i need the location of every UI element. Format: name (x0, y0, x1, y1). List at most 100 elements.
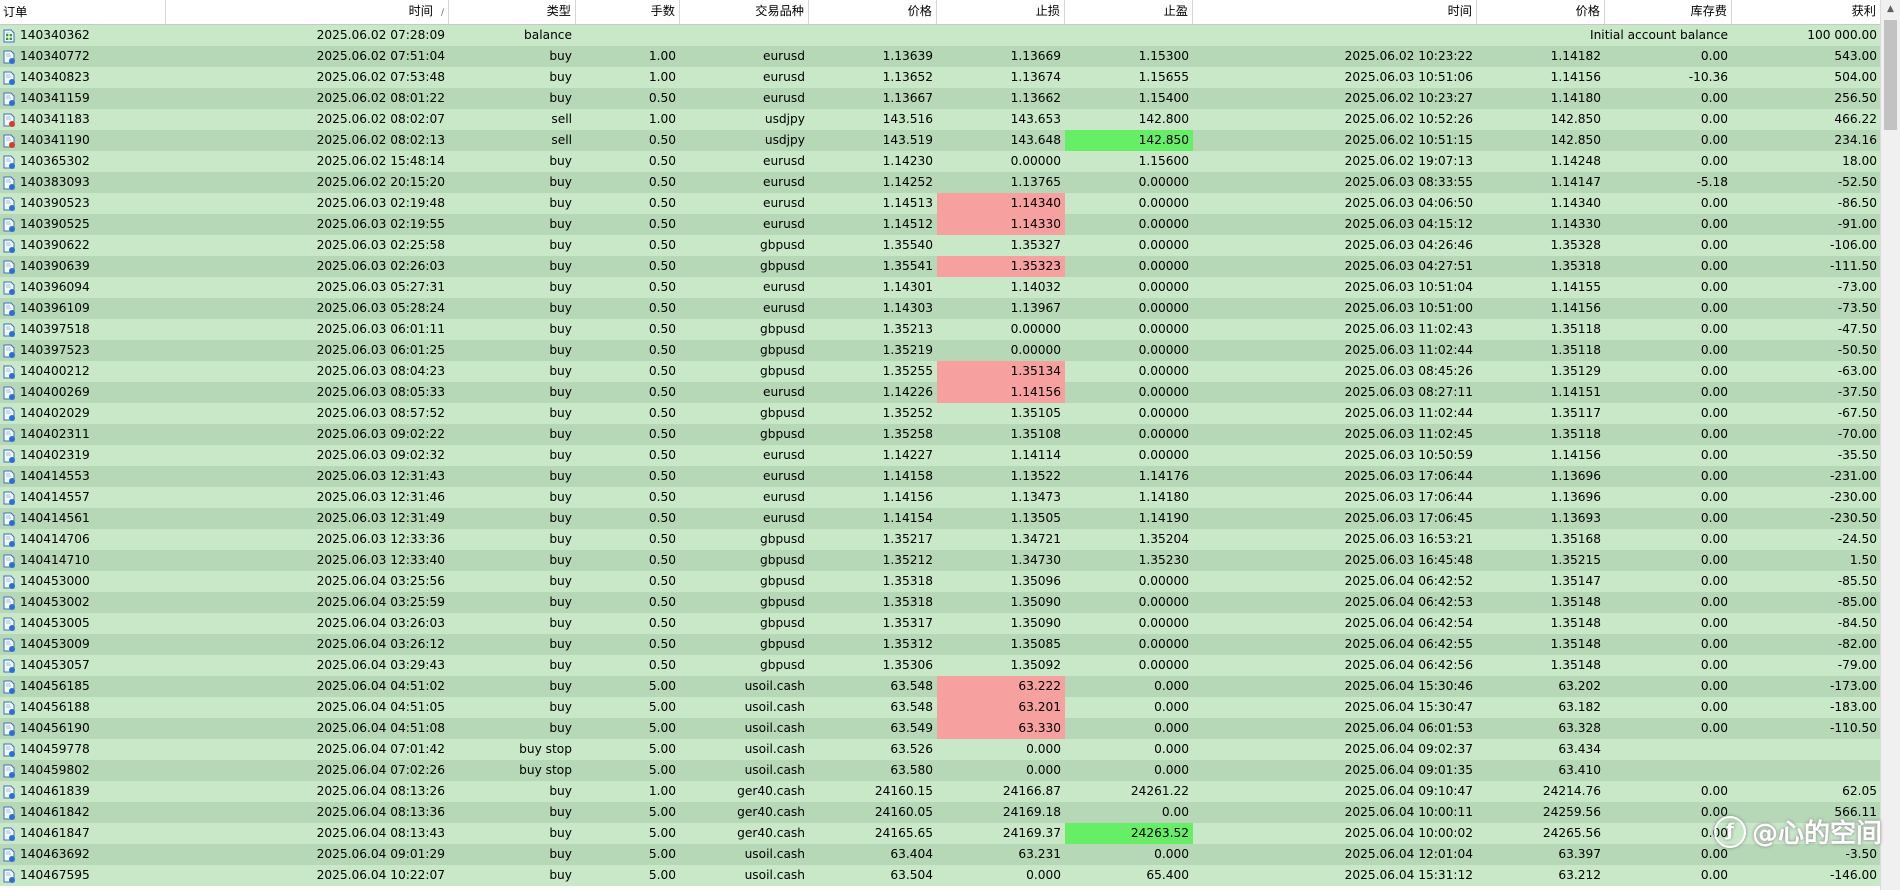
column-header-3[interactable]: 手数 (576, 0, 680, 24)
table-row[interactable]: 140400269 2025.06.03 08:05:33 buy 0.50 eurus… (0, 382, 1881, 403)
order-cell: 140453002 (0, 592, 166, 613)
table-row[interactable]: 140456190 2025.06.04 04:51:08 buy 5.00 usoil… (0, 718, 1881, 739)
table-row[interactable]: 140414553 2025.06.03 12:31:43 buy 0.50 eurus… (0, 466, 1881, 487)
table-row[interactable]: 140390525 2025.06.03 02:19:55 buy 0.50 eurus… (0, 214, 1881, 235)
table-row-balance[interactable]: 140340362 2025.06.02 07:28:09 balance Initi… (0, 25, 1881, 46)
close-price-cell: 1.35118 (1550, 322, 1601, 336)
table-row[interactable]: 140390639 2025.06.03 02:26:03 buy 0.50 gbpus… (0, 256, 1881, 277)
symbol-cell: eurusd (762, 175, 805, 189)
open-time-cell: 2025.06.04 03:25:56 (316, 574, 445, 588)
table-row[interactable]: 140402311 2025.06.03 09:02:22 buy 0.50 gbpus… (0, 424, 1881, 445)
order-cell: 140453009 (0, 634, 166, 655)
table-row[interactable]: 140396094 2025.06.03 05:27:31 buy 0.50 eurus… (0, 277, 1881, 298)
table-row[interactable]: 140453057 2025.06.04 03:29:43 buy 0.50 gbpus… (0, 655, 1881, 676)
swap-cell: 0.00 (1700, 427, 1728, 441)
close-time-cell: 2025.06.03 10:50:59 (1344, 448, 1473, 462)
table-row[interactable]: 140397523 2025.06.03 06:01:25 buy 0.50 gbpus… (0, 340, 1881, 361)
table-row[interactable]: 140414557 2025.06.03 12:31:46 buy 0.50 eurus… (0, 487, 1881, 508)
type-cell: buy (549, 217, 572, 231)
take-profit-cell: 65.400 (1146, 868, 1189, 882)
table-row[interactable]: 140414561 2025.06.03 12:31:49 buy 0.50 eurus… (0, 508, 1881, 529)
column-header-8[interactable]: 时间 (1193, 0, 1477, 24)
volume-cell: 5.00 (648, 826, 676, 840)
close-price-cell: 1.14156 (1550, 70, 1601, 84)
table-row[interactable]: 140461839 2025.06.04 08:13:26 buy 1.00 ger40… (0, 781, 1881, 802)
swap-cell: 0.00 (1700, 637, 1728, 651)
table-row[interactable]: 140463692 2025.06.04 09:01:29 buy 5.00 usoil… (0, 844, 1881, 865)
table-row[interactable]: 140340772 2025.06.02 07:51:04 buy 1.00 eurus… (0, 46, 1881, 67)
table-row[interactable]: 140341183 2025.06.02 08:02:07 sell 1.00 usdj… (0, 109, 1881, 130)
table-row[interactable]: 140400212 2025.06.03 08:04:23 buy 0.50 gbpus… (0, 361, 1881, 382)
column-header-10[interactable]: 库存费 (1605, 0, 1732, 24)
profit-cell: 100 000.00 (1807, 28, 1877, 42)
table-row[interactable]: 140453005 2025.06.04 03:26:03 buy 0.50 gbpus… (0, 613, 1881, 634)
table-row[interactable]: 140414706 2025.06.03 12:33:36 buy 0.50 gbpus… (0, 529, 1881, 550)
sell-deal-icon (3, 113, 15, 127)
buy-deal-icon (3, 470, 15, 484)
table-row[interactable]: 140365302 2025.06.02 15:48:14 buy 0.50 eurus… (0, 151, 1881, 172)
column-header-6[interactable]: 止损 (937, 0, 1065, 24)
table-row[interactable]: 140456188 2025.06.04 04:51:05 buy 5.00 usoil… (0, 697, 1881, 718)
table-row[interactable]: 140459778 2025.06.04 07:01:42 buy stop 5.00… (0, 739, 1881, 760)
column-header-9[interactable]: 价格 (1477, 0, 1605, 24)
table-row[interactable]: 140461847 2025.06.04 08:13:43 buy 5.00 ger40… (0, 823, 1881, 844)
table-row[interactable]: 140459802 2025.06.04 07:02:26 buy stop 5.00… (0, 760, 1881, 781)
stop-loss-cell: 1.14330 (937, 214, 1065, 235)
close-price-cell: 1.14156 (1550, 301, 1601, 315)
order-cell: 140414553 (0, 466, 166, 487)
swap-cell: 0.00 (1700, 868, 1728, 882)
column-header-11[interactable]: 获利 (1732, 0, 1881, 24)
table-row[interactable]: 140341159 2025.06.02 08:01:22 buy 0.50 eurus… (0, 88, 1881, 109)
table-row[interactable]: 140461842 2025.06.04 08:13:36 buy 5.00 ger40… (0, 802, 1881, 823)
table-row[interactable]: 140397518 2025.06.03 06:01:11 buy 0.50 gbpus… (0, 319, 1881, 340)
stop-loss-cell: 1.13522 (1010, 469, 1061, 483)
table-row[interactable]: 140390622 2025.06.03 02:25:58 buy 0.50 gbpus… (0, 235, 1881, 256)
close-price-cell: 1.14340 (1550, 196, 1601, 210)
table-row[interactable]: 140453002 2025.06.04 03:25:59 buy 0.50 gbpus… (0, 592, 1881, 613)
buy-deal-icon (3, 428, 15, 442)
symbol-cell: usdjpy (764, 133, 805, 147)
stop-loss-cell: 63.231 (1018, 847, 1061, 861)
table-row[interactable]: 140453009 2025.06.04 03:26:12 buy 0.50 gbpus… (0, 634, 1881, 655)
vertical-scrollbar[interactable]: ▲ (1880, 0, 1900, 890)
volume-cell: 5.00 (648, 721, 676, 735)
open-price-cell: 1.35252 (882, 406, 933, 420)
swap-cell: 0.00 (1700, 574, 1728, 588)
symbol-cell: gbpusd (759, 343, 805, 357)
volume-cell: 0.50 (648, 259, 676, 273)
scrollbar-thumb[interactable] (1884, 20, 1897, 130)
scroll-up-icon[interactable]: ▲ (1881, 0, 1900, 18)
column-header-0[interactable]: 订单 (0, 0, 166, 24)
swap-cell: 0.00 (1700, 343, 1728, 357)
open-time-cell: 2025.06.03 02:19:55 (316, 217, 445, 231)
symbol-cell: eurusd (762, 448, 805, 462)
column-header-2[interactable]: 类型 (449, 0, 576, 24)
column-header-4[interactable]: 交易品种 (680, 0, 809, 24)
profit-cell: -47.50 (1837, 322, 1877, 336)
open-price-cell: 1.13667 (882, 91, 933, 105)
buy-deal-icon (3, 554, 15, 568)
watermark-text: @心的空间 (1751, 819, 1882, 849)
close-price-cell: 24214.76 (1542, 784, 1601, 798)
close-price-cell: 63.434 (1558, 742, 1601, 756)
table-row[interactable]: 140383093 2025.06.02 20:15:20 buy 0.50 eurus… (0, 172, 1881, 193)
table-row[interactable]: 140402319 2025.06.03 09:02:32 buy 0.50 eurus… (0, 445, 1881, 466)
table-row[interactable]: 140414710 2025.06.03 12:33:40 buy 0.50 gbpus… (0, 550, 1881, 571)
table-row[interactable]: 140340823 2025.06.02 07:53:48 buy 1.00 eurus… (0, 67, 1881, 88)
table-row[interactable]: 140341190 2025.06.02 08:02:13 sell 0.50 usdj… (0, 130, 1881, 151)
table-row[interactable]: 140453000 2025.06.04 03:25:56 buy 0.50 gbpus… (0, 571, 1881, 592)
stop-loss-cell: 63.201 (937, 697, 1065, 718)
table-row[interactable]: 140402029 2025.06.03 08:57:52 buy 0.50 gbpus… (0, 403, 1881, 424)
column-header-5[interactable]: 价格 (809, 0, 937, 24)
close-price-cell: 1.35148 (1550, 658, 1601, 672)
swap-cell: 0.00 (1700, 847, 1728, 861)
column-header-7[interactable]: 止盈 (1065, 0, 1193, 24)
table-row[interactable]: 140456185 2025.06.04 04:51:02 buy 5.00 usoil… (0, 676, 1881, 697)
table-row[interactable]: 140390523 2025.06.03 02:19:48 buy 0.50 eurus… (0, 193, 1881, 214)
open-price-cell: 1.14301 (882, 280, 933, 294)
open-time-cell: 2025.06.03 02:25:58 (316, 238, 445, 252)
volume-cell: 0.50 (648, 196, 676, 210)
column-header-1[interactable]: 时间 / (166, 0, 449, 24)
table-row[interactable]: 140396109 2025.06.03 05:28:24 buy 0.50 eurus… (0, 298, 1881, 319)
table-row[interactable]: 140467595 2025.06.04 10:22:07 buy 5.00 usoil… (0, 865, 1881, 886)
